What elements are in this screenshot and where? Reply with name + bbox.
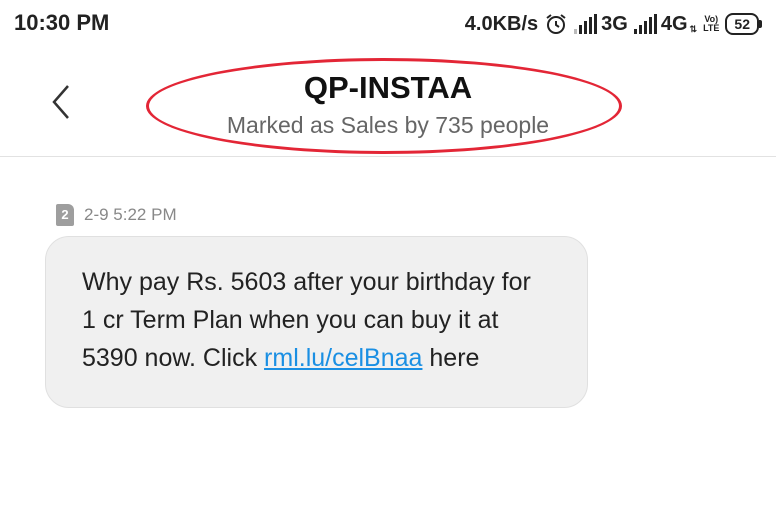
message-text-after: here [422, 344, 480, 372]
network-type-4g: 4G [660, 12, 688, 35]
message-bubble[interactable]: Why pay Rs. 5603 after your birthday for… [45, 236, 588, 408]
network-speed: 4.0KB/s [464, 12, 539, 35]
battery-level: 52 [725, 13, 759, 35]
network-type-3g: 3G [601, 12, 628, 35]
battery-tip [759, 20, 762, 28]
conversation-header: QP-INSTAA Marked as Sales by 735 people [0, 52, 776, 156]
battery-icon: 52 [725, 13, 762, 35]
signal-icon [574, 14, 598, 34]
alarm-icon [544, 12, 568, 36]
status-bar: 10:30 PM 4.0KB/s 3G 4G ⇅ Vo) LTE 52 [0, 0, 776, 48]
status-icons: 4.0KB/s 3G 4G ⇅ Vo) LTE 52 [465, 10, 762, 38]
sim-card-icon: 2 [56, 204, 74, 226]
annotation-ellipse [146, 58, 622, 154]
volte-bottom: LTE [703, 23, 720, 33]
signal-icon [633, 14, 657, 34]
status-time: 10:30 PM [14, 10, 110, 35]
message-link[interactable]: rml.lu/celBnaa [264, 344, 422, 372]
volte-icon: Vo) LTE [703, 15, 719, 33]
message-text: Why pay Rs. 5603 after your birthday for… [82, 263, 551, 377]
data-activity-icon: ⇅ [689, 24, 698, 34]
message-timestamp: 2-9 5:22 PM [84, 205, 177, 224]
header-divider [0, 156, 776, 157]
message-meta: 2 2-9 5:22 PM [56, 204, 177, 226]
